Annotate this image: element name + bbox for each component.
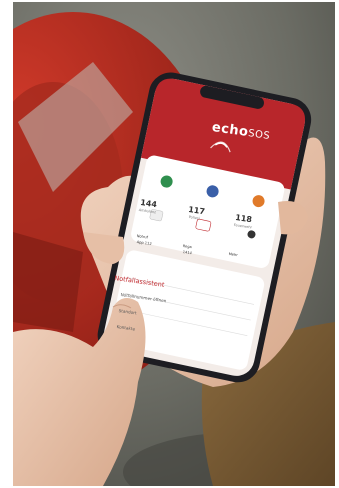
scene: [13, 2, 335, 486]
photo: echoSOS Notrufe 144 Ambulanz 117 Polizei…: [13, 2, 335, 486]
